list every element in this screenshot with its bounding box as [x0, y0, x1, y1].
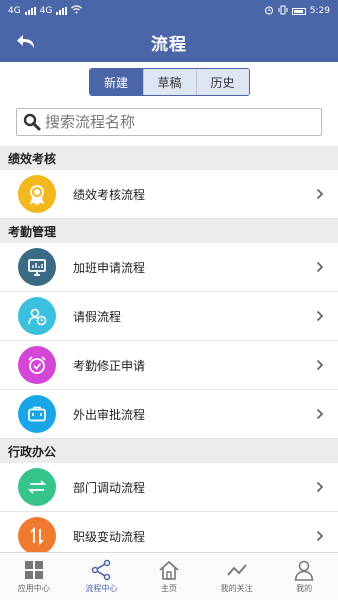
- search-icon: [23, 113, 41, 131]
- tab-new[interactable]: 新建: [89, 69, 143, 95]
- home-icon: [159, 560, 179, 580]
- chevron-right-icon: [310, 261, 330, 273]
- chevron-right-icon: [310, 530, 330, 542]
- list-item-label: 绩效考核流程: [73, 187, 146, 202]
- nav-label: 流程中心: [85, 584, 118, 593]
- search-input[interactable]: [45, 113, 295, 131]
- section-header-administration: 行政办公: [0, 439, 338, 463]
- alarm-icon: [264, 5, 274, 18]
- status-bar: 4G 4G 5:29: [0, 0, 338, 22]
- tab-drafts[interactable]: 草稿: [142, 69, 196, 95]
- bottom-nav: 应用中心 流程中心 主页 我的关注 我的: [0, 552, 338, 600]
- vibrate-icon: [278, 5, 288, 18]
- tab-history[interactable]: 历史: [195, 69, 249, 95]
- up-down-icon: [18, 517, 56, 555]
- network-label-1: 4G: [8, 6, 21, 16]
- medal-icon: [18, 175, 56, 213]
- tab-bar: 新建 草稿 历史: [88, 68, 250, 96]
- monitor-icon: [18, 248, 56, 286]
- list-item-label: 职级变动流程: [73, 529, 146, 544]
- alarm-check-icon: [18, 346, 56, 384]
- page-title: 流程: [151, 34, 187, 55]
- section-header-performance: 绩效考核: [0, 146, 338, 170]
- share-icon: [92, 559, 111, 581]
- signal-icon: [24, 7, 36, 15]
- nav-label: 我的关注: [220, 584, 253, 593]
- list-item-business-trip[interactable]: 外出审批流程: [0, 390, 338, 439]
- list-item-label: 外出审批流程: [73, 407, 146, 422]
- list-item-label: 加班申请流程: [73, 260, 146, 275]
- chevron-right-icon: [310, 188, 330, 200]
- title-bar: 流程: [0, 22, 338, 62]
- briefcase-icon: [18, 395, 56, 433]
- nav-my-follows[interactable]: 我的关注: [203, 553, 271, 600]
- nav-label: 应用中心: [17, 584, 50, 593]
- back-button[interactable]: [14, 30, 40, 54]
- list-item-leave[interactable]: 请假流程: [0, 292, 338, 341]
- list-item-attendance-correction[interactable]: 考勤修正申请: [0, 341, 338, 390]
- trend-icon: [226, 564, 247, 576]
- signal-icon-2: [56, 7, 68, 15]
- wifi-icon: [71, 5, 83, 17]
- nav-profile[interactable]: 我的: [270, 553, 338, 600]
- list-item-performance-review[interactable]: 绩效考核流程: [0, 170, 338, 219]
- person-clock-icon: [18, 297, 56, 335]
- chevron-right-icon: [310, 481, 330, 493]
- back-arrow-icon: [17, 35, 34, 48]
- tab-bar-container: 新建 草稿 历史: [0, 62, 338, 102]
- nav-home[interactable]: 主页: [135, 553, 203, 600]
- nav-label: 我的: [296, 584, 313, 593]
- clock-time: 5:29: [309, 6, 330, 16]
- chevron-right-icon: [310, 310, 330, 322]
- battery-icon: [291, 7, 306, 15]
- chevron-right-icon: [310, 408, 330, 420]
- search-container: [0, 102, 338, 146]
- transfer-icon: [18, 468, 56, 506]
- section-header-attendance: 考勤管理: [0, 219, 338, 243]
- list-item-department-transfer[interactable]: 部门调动流程: [0, 463, 338, 512]
- search-box[interactable]: [16, 108, 322, 136]
- list-item-overtime[interactable]: 加班申请流程: [0, 243, 338, 292]
- grid-icon: [24, 561, 43, 579]
- network-label-2: 4G: [39, 6, 53, 16]
- list-item-label: 请假流程: [73, 309, 122, 324]
- nav-label: 主页: [160, 584, 177, 593]
- list-item-label: 考勤修正申请: [73, 358, 146, 373]
- nav-process-center[interactable]: 流程中心: [68, 553, 136, 600]
- chevron-right-icon: [310, 359, 330, 371]
- user-icon: [294, 560, 314, 581]
- nav-app-center[interactable]: 应用中心: [0, 553, 68, 600]
- list-item-label: 部门调动流程: [73, 480, 146, 495]
